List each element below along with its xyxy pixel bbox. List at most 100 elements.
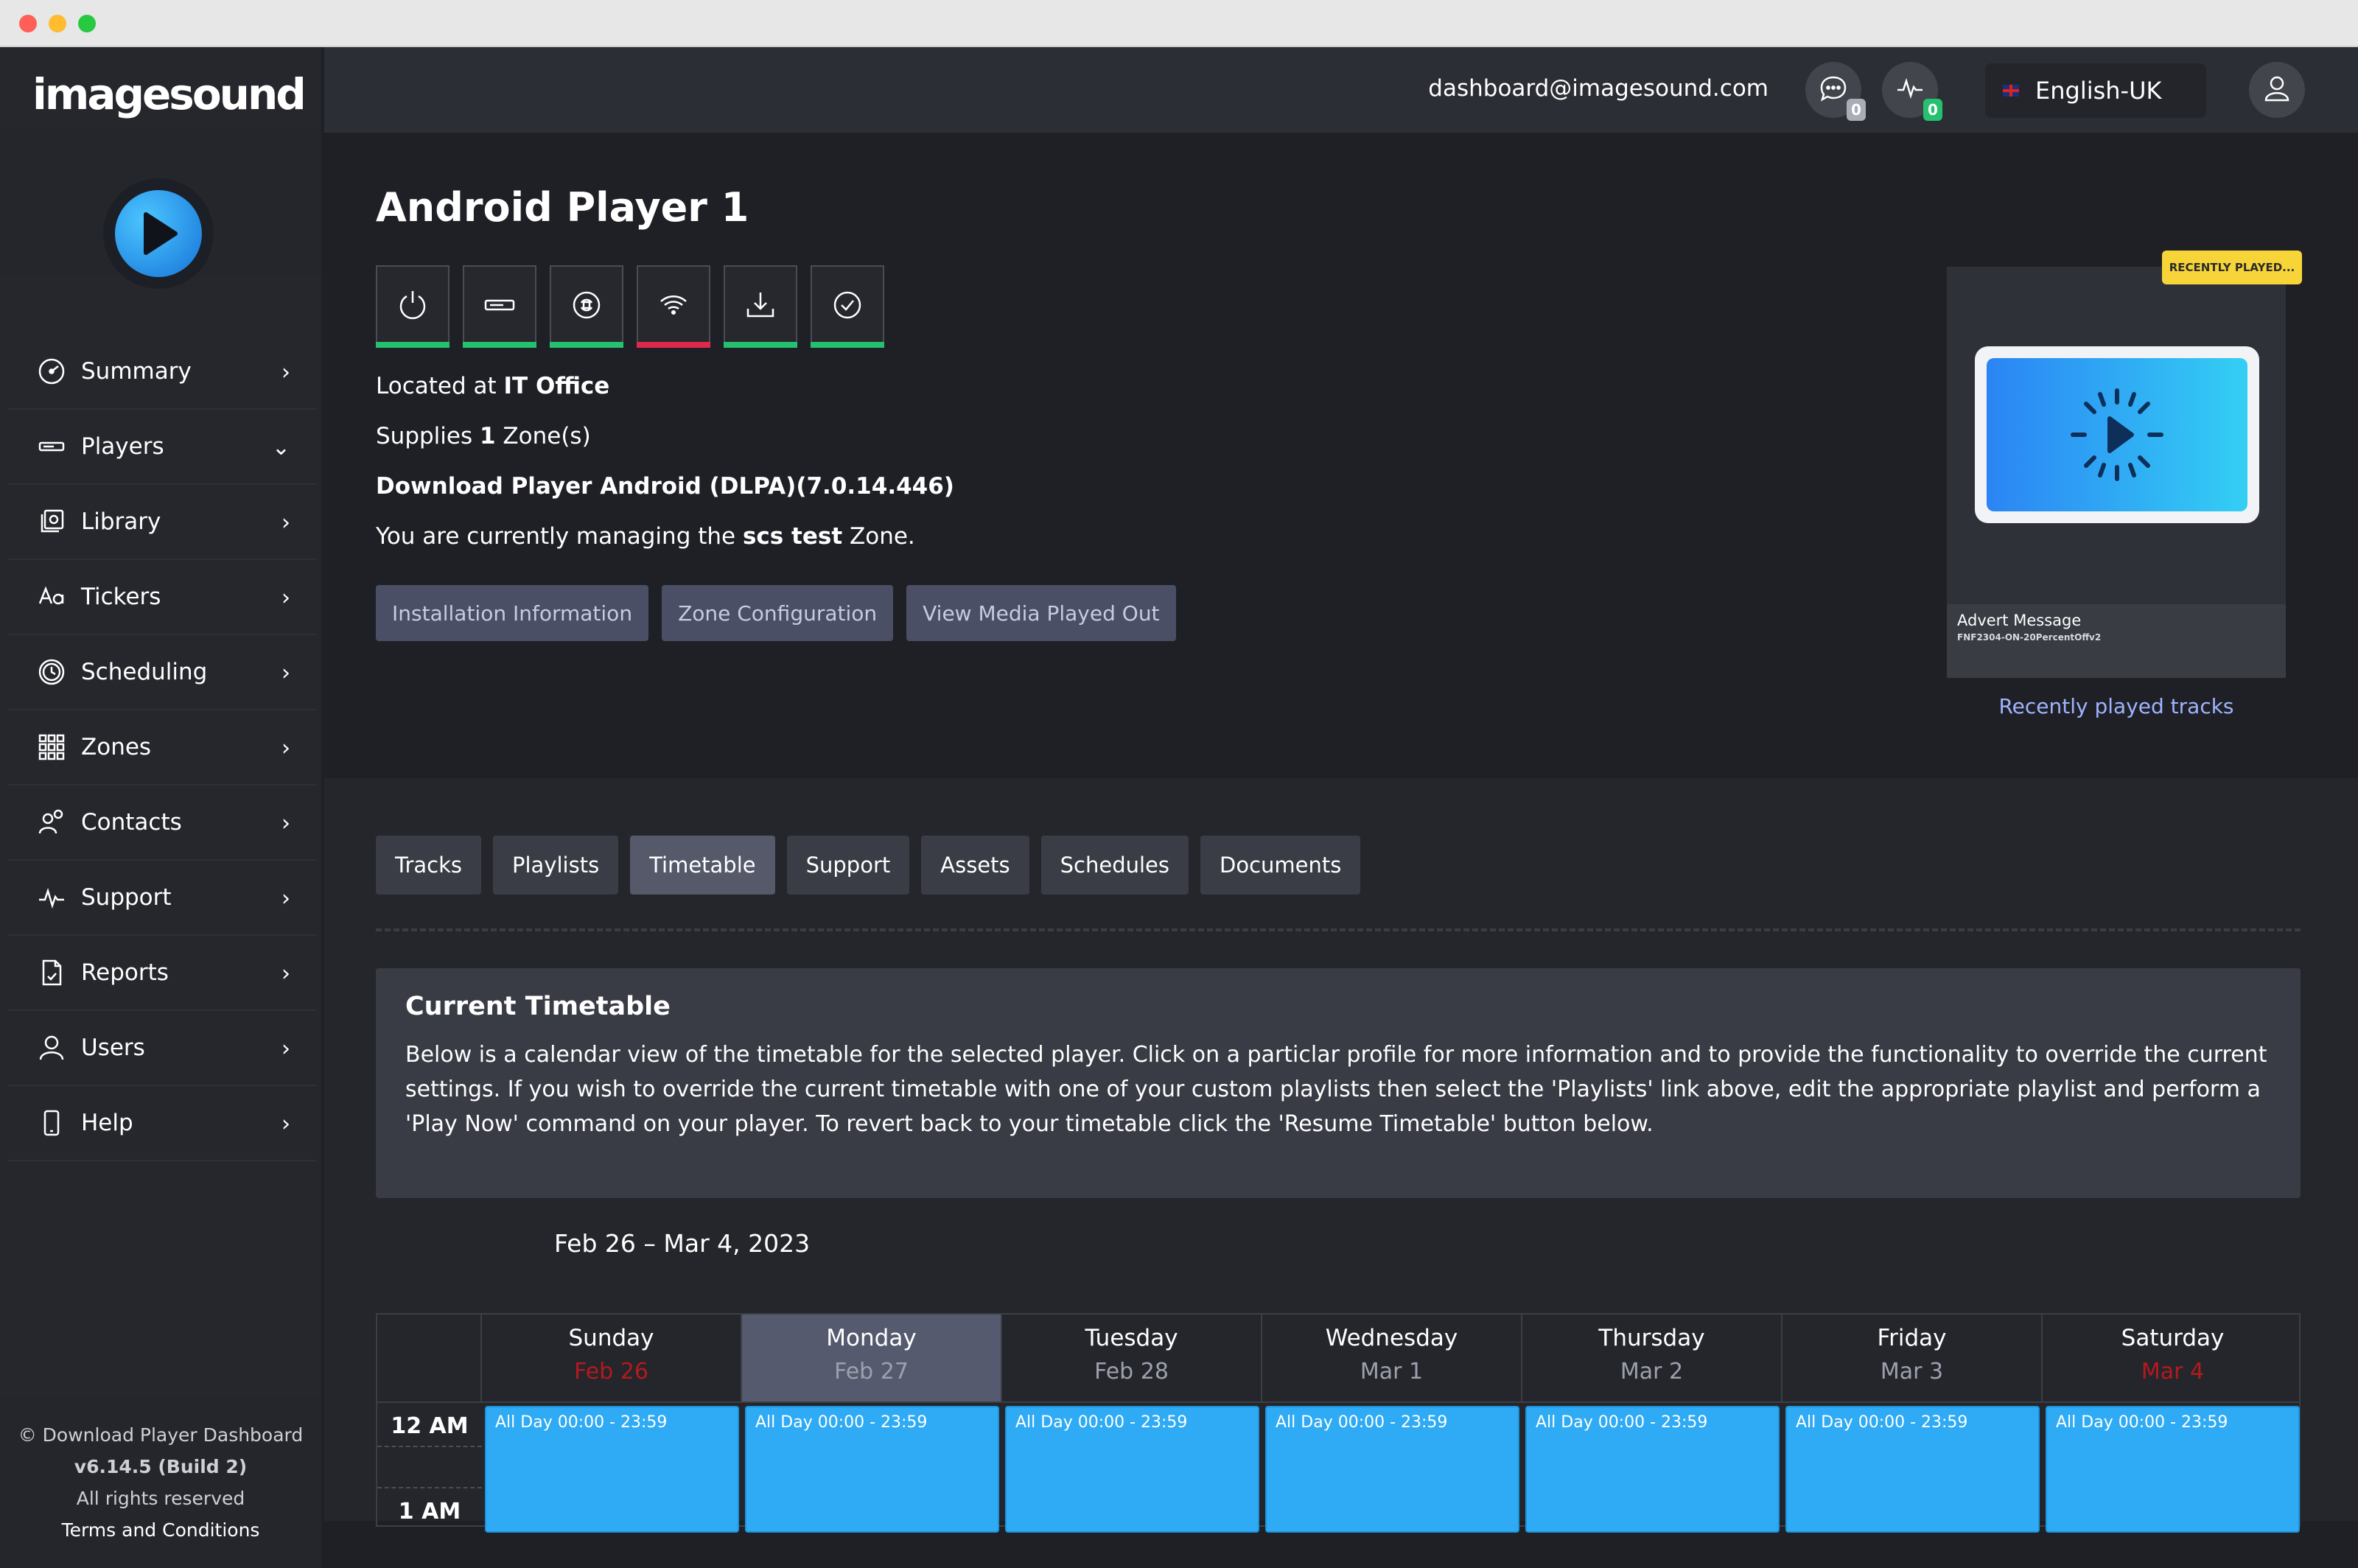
day-header-wednesday[interactable]: Wednesday Mar 1 (1262, 1315, 1522, 1401)
location-value: IT Office (503, 373, 610, 399)
day-name: Monday (826, 1325, 917, 1351)
status-bar-red (637, 342, 710, 348)
timetable-event[interactable]: All Day 00:00 - 23:59 (1265, 1406, 1519, 1533)
nav-label: Support (81, 884, 172, 911)
nav-item-users[interactable]: Users › (7, 1011, 317, 1086)
nav-item-summary[interactable]: Summary › (7, 335, 317, 410)
tab-timetable[interactable]: Timetable (630, 836, 775, 895)
pulse-icon (1895, 74, 1925, 106)
media-filename: FNF2304-ON-20PercentOffv2 (1957, 632, 2102, 643)
footer-rights: All rights reserved (76, 1488, 245, 1509)
nav-label: Summary (81, 358, 192, 385)
language-select[interactable]: English-UK (1985, 63, 2206, 118)
day-header-monday[interactable]: Monday Feb 27 (742, 1315, 1002, 1401)
recently-played-tag: RECENTLY PLAYED... (2162, 251, 2302, 284)
status-bar-green (811, 342, 884, 348)
font-icon (37, 582, 66, 612)
player-status-button[interactable] (463, 265, 536, 348)
window-titlebar (0, 0, 2358, 47)
player-software: Download Player Android (DLPA)(7.0.14.44… (376, 473, 954, 500)
zoom-window-button[interactable] (78, 15, 96, 32)
timetable-event[interactable]: All Day 00:00 - 23:59 (745, 1406, 999, 1533)
loading-play-icon (1987, 358, 2247, 511)
chevron-right-icon: › (281, 660, 290, 686)
nav-item-zones[interactable]: Zones › (7, 710, 317, 785)
nav-item-scheduling[interactable]: Scheduling › (7, 635, 317, 710)
managing-prefix: You are currently managing the (376, 523, 743, 550)
download-status-button[interactable] (724, 265, 797, 348)
tab-assets[interactable]: Assets (921, 836, 1029, 895)
day-name: Tuesday (1085, 1325, 1178, 1351)
nav-item-players[interactable]: Players ⌄ (7, 410, 317, 485)
close-window-button[interactable] (19, 15, 37, 32)
minimize-window-button[interactable] (49, 15, 66, 32)
nav-item-tickers[interactable]: Tickers › (7, 560, 317, 635)
chat-icon (1819, 74, 1848, 106)
nav-item-contacts[interactable]: Contacts › (7, 785, 317, 861)
timetable-event[interactable]: All Day 00:00 - 23:59 (485, 1406, 739, 1533)
day-header-friday[interactable]: Friday Mar 3 (1783, 1315, 2043, 1401)
nav-item-help[interactable]: Help › (7, 1086, 317, 1161)
divider (376, 928, 2301, 931)
day-header-thursday[interactable]: Thursday Mar 2 (1522, 1315, 1783, 1401)
power-status-button[interactable] (376, 265, 449, 348)
view-media-played-out-button[interactable]: View Media Played Out (906, 585, 1176, 641)
recently-played-caption: Advert Message FNF2304-ON-20PercentOffv2 (1947, 604, 2286, 678)
day-date: Feb 28 (1094, 1359, 1169, 1385)
sidebar-footer: © Download Player Dashboard v6.14.5 (Bui… (0, 1396, 321, 1568)
nav-item-support[interactable]: Support › (7, 861, 317, 936)
nav-label: Scheduling (81, 659, 208, 685)
messages-button[interactable]: 0 (1805, 62, 1866, 121)
user-icon (2262, 74, 2292, 106)
chevron-down-icon: ⌄ (271, 435, 290, 461)
nav-item-reports[interactable]: Reports › (7, 936, 317, 1011)
supplies-suffix: Zone(s) (495, 423, 591, 449)
hour-label: 12 AM (391, 1413, 469, 1439)
player-icon (481, 287, 518, 326)
play-icon (115, 190, 202, 277)
day-header-tuesday[interactable]: Tuesday Feb 28 (1002, 1315, 1262, 1401)
profile-button[interactable] (2249, 62, 2305, 118)
terms-link[interactable]: Terms and Conditions (0, 1514, 321, 1546)
tab-support[interactable]: Support (786, 836, 910, 895)
chevron-right-icon: › (281, 510, 290, 536)
sync-status-button[interactable] (550, 265, 623, 348)
chevron-right-icon: › (281, 735, 290, 761)
recently-played-tracks-link[interactable]: Recently played tracks (1947, 694, 2286, 718)
zone-configuration-button[interactable]: Zone Configuration (662, 585, 894, 641)
chevron-right-icon: › (281, 811, 290, 836)
timetable-event[interactable]: All Day 00:00 - 23:59 (1525, 1406, 1780, 1533)
tab-documents[interactable]: Documents (1200, 836, 1361, 895)
activity-button[interactable]: 0 (1882, 62, 1942, 121)
activity-count-badge: 0 (1923, 99, 1942, 121)
player-tabs: Tracks Playlists Timetable Support Asset… (376, 836, 1361, 895)
nav-item-library[interactable]: Library › (7, 485, 317, 560)
chevron-right-icon: › (281, 1111, 290, 1137)
player-zones: Supplies 1 Zone(s) (376, 423, 591, 449)
day-date: Mar 3 (1880, 1359, 1944, 1385)
chevron-right-icon: › (281, 585, 290, 611)
installation-information-button[interactable]: Installation Information (376, 585, 649, 641)
footer-version: v6.14.5 (Build 2) (74, 1456, 248, 1477)
tab-schedules[interactable]: Schedules (1040, 836, 1189, 895)
media-thumbnail (1975, 346, 2259, 523)
managing-suffix: Zone. (842, 523, 915, 550)
day-name: Sunday (568, 1325, 654, 1351)
timetable-event[interactable]: All Day 00:00 - 23:59 (1785, 1406, 2040, 1533)
tab-playlists[interactable]: Playlists (493, 836, 619, 895)
timetable-event[interactable]: All Day 00:00 - 23:59 (2046, 1406, 2300, 1533)
tab-tracks[interactable]: Tracks (376, 836, 481, 895)
grid-icon (37, 732, 66, 762)
media-title: Advert Message (1957, 612, 2082, 629)
day-header-saturday[interactable]: Saturday Mar 4 (2043, 1315, 2303, 1401)
day-date: Mar 2 (1620, 1359, 1684, 1385)
ok-status-button[interactable] (811, 265, 884, 348)
day-header-sunday[interactable]: Sunday Feb 26 (482, 1315, 742, 1401)
day-name: Thursday (1598, 1325, 1705, 1351)
timetable-calendar: Sunday Feb 26 Monday Feb 27 Tuesday Feb 28 … (376, 1313, 2303, 1533)
brand-logo-text: imagesound (32, 69, 307, 119)
timetable-event[interactable]: All Day 00:00 - 23:59 (1005, 1406, 1259, 1533)
day-date: Feb 27 (834, 1359, 909, 1385)
nav-label: Help (81, 1110, 133, 1136)
wifi-status-button[interactable] (637, 265, 710, 348)
